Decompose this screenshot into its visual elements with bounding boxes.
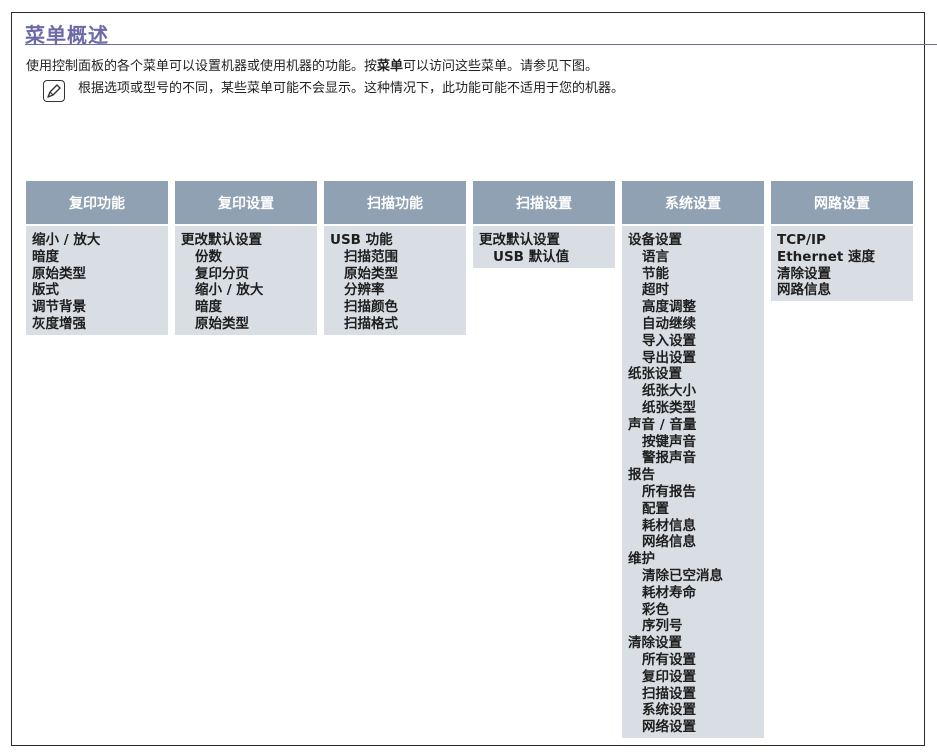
- menu-item: 报告: [628, 467, 655, 484]
- intro-text-before: 使用控制面板的各个菜单可以设置机器或使用机器的功能。按: [26, 59, 378, 74]
- menu-column: 扫描功能 USB 功能 扫描范围 原始类型 分辨率 扫描颜色 扫描格式: [324, 181, 466, 335]
- menu-subitem: 纸张大小: [642, 383, 696, 400]
- menu-subitem: 所有设置: [642, 651, 696, 668]
- menu-header: 扫描设置: [473, 181, 615, 224]
- menu-item-list: 更改默认设置 份数 复印分页 缩小 / 放大 暗度 原始类型: [175, 226, 317, 335]
- menu-subitem: 高度调整: [642, 299, 696, 316]
- menu-subitem: 扫描范围: [344, 248, 398, 265]
- menu-item-list: 更改默认设置 USB 默认值: [473, 226, 615, 268]
- menu-subitem: 份数: [195, 248, 222, 265]
- page-frame: [11, 12, 925, 746]
- intro-text-after: 可以访问这些菜单。请参见下图。: [403, 59, 599, 74]
- menu-subitem: 耗材寿命: [642, 584, 696, 601]
- menu-subitem: 扫描设置: [642, 685, 696, 702]
- menu-header: 复印功能: [26, 181, 168, 224]
- menu-item: 灰度增强: [32, 315, 86, 332]
- menu-item: 更改默认设置: [181, 232, 262, 248]
- menu-subitem: 复印设置: [642, 668, 696, 685]
- menu-subitem: 原始类型: [344, 265, 398, 282]
- menu-subitem: 超时: [642, 282, 669, 299]
- menu-item-list: TCP/IP Ethernet 速度 清除设置 网路信息: [771, 226, 913, 302]
- menu-subitem: 原始类型: [195, 315, 249, 332]
- menu-item: 清除设置: [777, 265, 831, 282]
- menu-subitem: 纸张类型: [642, 399, 696, 416]
- menu-column: 复印设置 更改默认设置 份数 复印分页 缩小 / 放大 暗度 原始类型: [175, 181, 317, 335]
- menu-subitem: 耗材信息: [642, 517, 696, 534]
- menu-header: 系统设置: [622, 181, 764, 224]
- menu-subitem: 导出设置: [642, 349, 696, 366]
- menu-item: 维护: [628, 551, 655, 568]
- menu-item: 网路信息: [777, 282, 831, 299]
- menu-header: 网路设置: [771, 181, 913, 224]
- menu-item-list: 设备设置 语言 节能 超时 高度调整 自动继续 导入设置 导出设置 纸张设置 纸张大小 纸张类型 声音…: [622, 226, 764, 738]
- menu-subitem: 按键声音: [642, 433, 696, 450]
- menu-item: 清除设置: [628, 635, 682, 652]
- menu-item-list: 缩小 / 放大 暗度 原始类型 版式 调节背景 灰度增强: [26, 226, 168, 335]
- menu-subitem: 配置: [642, 500, 669, 517]
- note-pencil-icon: [43, 80, 65, 102]
- menu-item: 纸张设置: [628, 366, 682, 383]
- menu-subitem: 分辨率: [344, 282, 385, 299]
- menu-item: 缩小 / 放大: [32, 232, 101, 248]
- menu-item: 版式: [32, 282, 59, 299]
- menu-subitem: 导入设置: [642, 332, 696, 349]
- menu-header: 复印设置: [175, 181, 317, 224]
- menu-subitem: 序列号: [642, 618, 683, 635]
- menu-subitem: 节能: [642, 265, 669, 282]
- menu-subitem: 警报声音: [642, 450, 696, 467]
- menu-subitem: 扫描颜色: [344, 299, 398, 316]
- menu-column: 复印功能 缩小 / 放大 暗度 原始类型 版式 调节背景 灰度增强: [26, 181, 168, 335]
- menu-subitem: 清除已空消息: [642, 567, 723, 584]
- intro-menu-keyword: 菜单: [377, 59, 404, 74]
- menu-subitem: 暗度: [195, 299, 222, 316]
- menu-column: 网路设置 TCP/IP Ethernet 速度 清除设置 网路信息: [771, 181, 913, 302]
- menu-subitem: USB 默认值: [493, 248, 570, 265]
- menu-item: TCP/IP: [777, 232, 826, 248]
- menu-column: 扫描设置 更改默认设置 USB 默认值: [473, 181, 615, 268]
- note-text: 根据选项或型号的不同，某些菜单可能不会显示。这种情况下，此功能可能不适用于您的机…: [78, 81, 625, 96]
- menu-item: Ethernet 速度: [777, 248, 876, 265]
- intro-paragraph: 使用控制面板的各个菜单可以设置机器或使用机器的功能。按菜单可以访问这些菜单。请参…: [26, 55, 598, 74]
- menu-subitem: 系统设置: [642, 702, 696, 719]
- menu-item-list: USB 功能 扫描范围 原始类型 分辨率 扫描颜色 扫描格式: [324, 226, 466, 335]
- menu-subitem: 语言: [642, 248, 669, 265]
- menu-item: 暗度: [32, 248, 59, 265]
- menu-subitem: 彩色: [642, 601, 669, 618]
- menu-item: 调节背景: [32, 299, 86, 316]
- menu-column: 系统设置 设备设置 语言 节能 超时 高度调整 自动继续 导入设置 导出设置 纸张设置 纸张大小 纸张…: [622, 181, 764, 738]
- menu-item: USB 功能: [330, 232, 393, 248]
- menu-subitem: 缩小 / 放大: [195, 282, 264, 299]
- menu-subitem: 所有报告: [642, 483, 696, 500]
- title-underline: [25, 44, 937, 45]
- menu-item: 声音 / 音量: [628, 416, 697, 433]
- menu-subitem: 网络设置: [642, 719, 696, 736]
- menu-subitem: 网络信息: [642, 534, 696, 551]
- menu-item: 设备设置: [628, 232, 682, 248]
- menu-subitem: 复印分页: [195, 265, 249, 282]
- note-block: 根据选项或型号的不同，某些菜单可能不会显示。这种情况下，此功能可能不适用于您的机…: [43, 80, 624, 102]
- menu-item: 更改默认设置: [479, 232, 560, 248]
- menu-subitem: 自动继续: [642, 315, 696, 332]
- menu-header: 扫描功能: [324, 181, 466, 224]
- menu-item: 原始类型: [32, 265, 86, 282]
- menu-subitem: 扫描格式: [344, 315, 398, 332]
